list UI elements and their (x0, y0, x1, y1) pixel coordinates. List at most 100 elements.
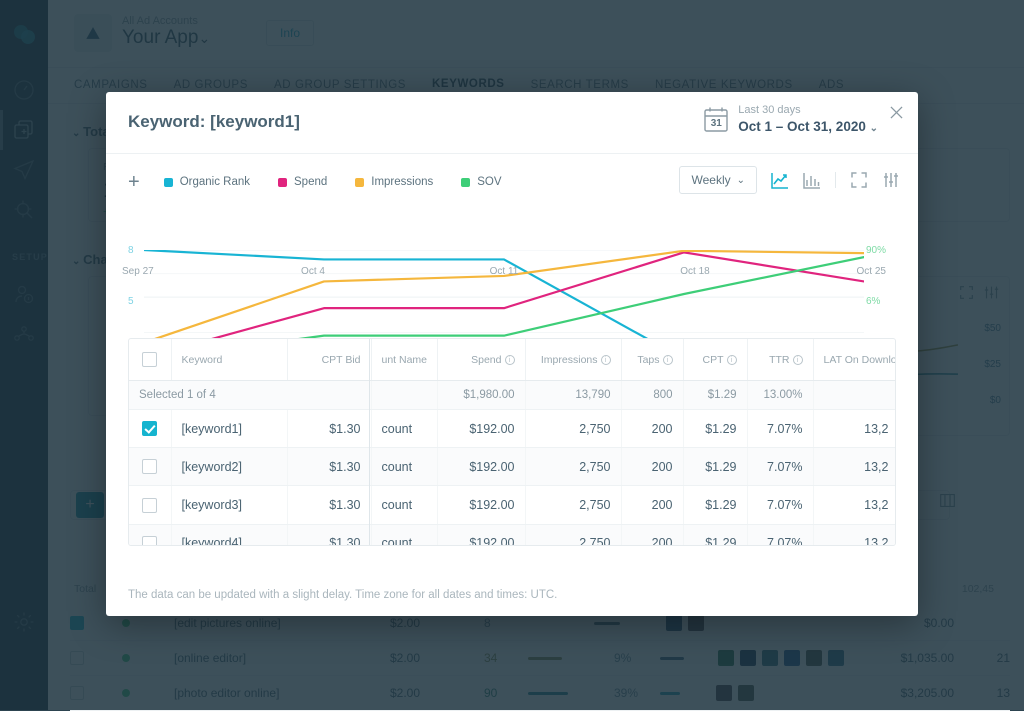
table-row[interactable]: [keyword4] $1.30 count $192.00 2,750 200… (129, 524, 896, 546)
x-axis-tick: Sep 27 (122, 266, 154, 277)
chart-x-axis: Sep 27 Oct 4 Oct 11 Oct 18 Oct 25 (122, 266, 886, 280)
legend-label: Impressions (371, 176, 433, 188)
toolbar-divider (835, 172, 836, 188)
add-metric-button[interactable]: + (128, 172, 140, 192)
row-checkbox[interactable] (142, 498, 157, 513)
row-spend: $192.00 (437, 486, 525, 524)
chart-toolbar: Weekly ⌄ (679, 166, 900, 194)
frozen-column-divider (369, 339, 370, 546)
fullscreen-icon[interactable] (850, 171, 868, 189)
column-label: TTR (769, 354, 789, 366)
row-impressions: 2,750 (525, 448, 621, 486)
selection-summary-taps: 800 (621, 381, 683, 410)
date-range-picker[interactable]: 31 Last 30 days Oct 1 – Oct 31, 2020 ⌄ (703, 103, 878, 136)
row-spend: $192.00 (437, 524, 525, 546)
legend-item-organic-rank[interactable]: Organic Rank (164, 176, 250, 188)
info-icon[interactable]: i (727, 355, 737, 365)
row-cpt-bid: $1.30 (287, 486, 371, 524)
select-all-checkbox[interactable] (142, 352, 157, 367)
info-icon[interactable]: i (793, 355, 803, 365)
row-cpt-bid: $1.30 (287, 524, 371, 546)
row-spend: $192.00 (437, 448, 525, 486)
row-ttr: 7.07% (747, 410, 813, 448)
granularity-value: Weekly (691, 173, 730, 187)
chart-panel: + Organic Rank Spend Impressions SOV Wee… (106, 154, 918, 334)
info-icon[interactable]: i (505, 355, 515, 365)
info-icon[interactable]: i (663, 355, 673, 365)
row-keyword: [keyword4] (171, 524, 287, 546)
column-label: Impressions (541, 354, 598, 366)
row-cpt: $1.29 (683, 486, 747, 524)
bar-chart-icon[interactable] (803, 171, 821, 189)
legend-item-spend[interactable]: Spend (278, 176, 327, 188)
row-cpt: $1.29 (683, 448, 747, 486)
modal-title: Keyword: [keyword1] (128, 112, 300, 132)
row-cpt: $1.29 (683, 524, 747, 546)
line-chart-icon[interactable] (771, 171, 789, 189)
row-taps: 200 (621, 448, 683, 486)
select-all-header[interactable] (129, 339, 171, 381)
info-icon[interactable]: i (601, 355, 611, 365)
row-checkbox-cell[interactable] (129, 448, 171, 486)
row-checkbox[interactable] (142, 459, 157, 474)
row-cpt: $1.29 (683, 410, 747, 448)
row-checkbox-cell[interactable] (129, 524, 171, 546)
legend-item-sov[interactable]: SOV (461, 176, 501, 188)
column-header-spend[interactable]: Spendi (437, 339, 525, 381)
column-header-cpt[interactable]: CPTi (683, 339, 747, 381)
row-keyword: [keyword1] (171, 410, 287, 448)
column-header-account-name[interactable]: unt Name (371, 339, 437, 381)
selection-summary-row: Selected 1 of 4 $1,980.00 13,790 800 $1.… (129, 381, 896, 410)
footer-note: The data can be updated with a slight de… (128, 589, 557, 601)
x-axis-tick: Oct 4 (301, 266, 325, 277)
row-taps: 200 (621, 410, 683, 448)
row-checkbox[interactable] (142, 536, 157, 546)
keyword-detail-modal: Keyword: [keyword1] 31 Last 30 days Oct … (106, 92, 918, 616)
legend-swatch (355, 178, 364, 187)
column-header-impressions[interactable]: Impressionsi (525, 339, 621, 381)
column-header-cpt-bid[interactable]: CPT Bid (287, 339, 371, 381)
legend-item-impressions[interactable]: Impressions (355, 176, 433, 188)
column-header-lat-on-download[interactable]: LAT On Downloa (813, 339, 896, 381)
keywords-table: Keyword CPT Bid unt Name Spendi Impressi… (128, 338, 896, 546)
row-account-name: count (371, 486, 437, 524)
date-range-label: Oct 1 – Oct 31, 2020 ⌄ (738, 118, 878, 136)
selection-summary-ttr: 13.00% (747, 381, 813, 410)
row-taps: 200 (621, 524, 683, 546)
row-checkbox-cell[interactable] (129, 410, 171, 448)
selection-summary-account (371, 381, 437, 410)
sliders-icon[interactable] (882, 171, 900, 189)
row-ttr: 7.07% (747, 524, 813, 546)
date-range-text: Oct 1 – Oct 31, 2020 (738, 119, 866, 134)
legend-label: Spend (294, 176, 327, 188)
selection-summary-lat (813, 381, 896, 410)
chevron-down-icon: ⌄ (737, 175, 745, 186)
table-row[interactable]: [keyword1] $1.30 count $192.00 2,750 200… (129, 410, 896, 448)
chevron-down-icon: ⌄ (870, 123, 878, 134)
legend-swatch (461, 178, 470, 187)
close-icon[interactable] (886, 102, 906, 122)
modal-footer: The data can be updated with a slight de… (106, 574, 918, 616)
column-header-ttr[interactable]: TTR i (747, 339, 813, 381)
legend-swatch (164, 178, 173, 187)
column-header-keyword[interactable]: Keyword (171, 339, 287, 381)
row-account-name: count (371, 448, 437, 486)
column-header-taps[interactable]: Tapsi (621, 339, 683, 381)
row-impressions: 2,750 (525, 524, 621, 546)
right-axis-tick: 90% (866, 245, 886, 256)
left-axis-tick: 5 (128, 296, 134, 307)
column-label: CPT (703, 354, 724, 366)
table-row[interactable]: [keyword3] $1.30 count $192.00 2,750 200… (129, 486, 896, 524)
left-axis-tick: 8 (128, 245, 134, 256)
x-axis-tick: Oct 18 (680, 266, 709, 277)
row-ttr: 7.07% (747, 486, 813, 524)
row-cpt-bid: $1.30 (287, 410, 371, 448)
row-checkbox-cell[interactable] (129, 486, 171, 524)
table-row[interactable]: [keyword2] $1.30 count $192.00 2,750 200… (129, 448, 896, 486)
row-checkbox[interactable] (142, 421, 157, 436)
legend-label: SOV (477, 176, 501, 188)
row-keyword: [keyword3] (171, 486, 287, 524)
column-label: Spend (471, 354, 501, 366)
row-account-name: count (371, 524, 437, 546)
granularity-select[interactable]: Weekly ⌄ (679, 166, 757, 194)
